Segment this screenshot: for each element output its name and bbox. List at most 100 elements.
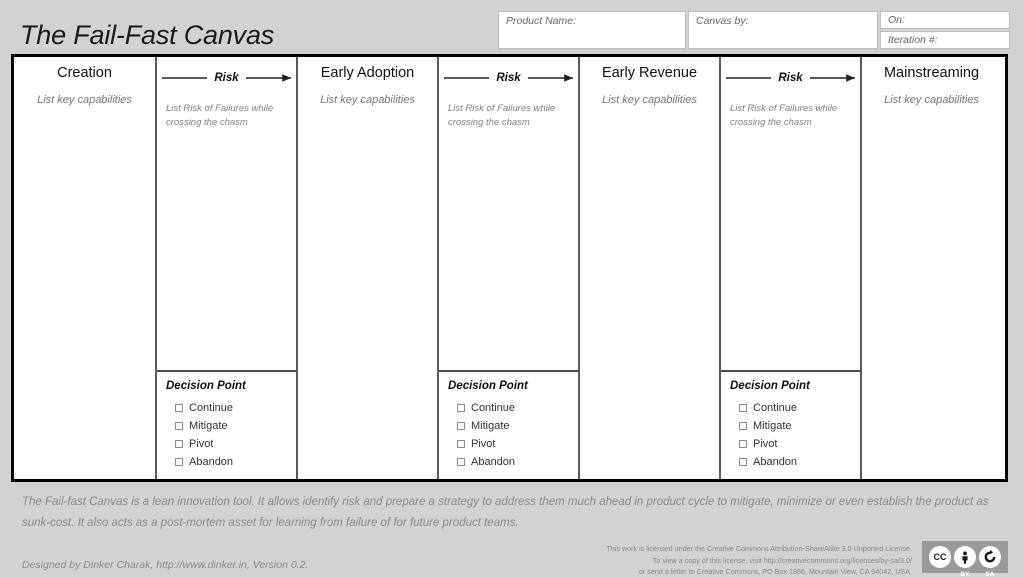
column-risk-3[interactable]: Risk List Risk of Failures while crossin… xyxy=(719,57,860,479)
column-risk-1[interactable]: Risk List Risk of Failures while crossin… xyxy=(155,57,296,479)
license-line-3: or send a letter to Creative Commons, PO… xyxy=(638,567,912,577)
risk-label: Risk xyxy=(771,72,810,84)
date-iteration-group: On: Iteration #: xyxy=(880,11,1010,49)
risk-writing-area[interactable] xyxy=(439,130,578,370)
decision-option-label: Mitigate xyxy=(753,419,792,432)
risk-heading-row: Risk xyxy=(439,65,578,91)
decision-option-label: Continue xyxy=(471,401,516,414)
decision-option-label: Pivot xyxy=(471,437,496,450)
cc-logo-icon: CC xyxy=(929,546,951,568)
checkbox-icon[interactable] xyxy=(739,440,747,448)
decision-option-label: Continue xyxy=(753,401,798,414)
decision-option-label: Pivot xyxy=(189,437,214,450)
cc-sa-label: SA xyxy=(985,572,995,578)
decision-option-label: Abandon xyxy=(189,455,234,468)
iteration-number-field[interactable]: Iteration #: xyxy=(880,31,1010,49)
checkbox-icon[interactable] xyxy=(457,404,465,412)
risk-writing-area[interactable] xyxy=(157,130,296,370)
license-line-2: To view a copy of this license, visit ht… xyxy=(652,555,912,565)
column-stage-early-revenue[interactable]: Early Revenue List key capabilities xyxy=(578,57,719,479)
on-date-field[interactable]: On: xyxy=(880,11,1010,29)
decision-option-abandon[interactable]: Abandon xyxy=(730,453,850,471)
cc-by-label: BY xyxy=(960,572,970,578)
checkbox-icon[interactable] xyxy=(739,404,747,412)
decision-option-continue[interactable]: Continue xyxy=(448,399,568,417)
decision-point-block-2: Decision Point Continue Mitigate Pivot A… xyxy=(439,370,578,479)
decision-point-title: Decision Point xyxy=(166,380,246,392)
risk-writing-area[interactable] xyxy=(721,130,860,370)
cc-by-slot: BY xyxy=(954,546,976,578)
stage-hint: List key capabilities xyxy=(602,93,697,106)
decision-option-label: Mitigate xyxy=(471,419,510,432)
decision-option-abandon[interactable]: Abandon xyxy=(166,453,286,471)
product-name-field[interactable]: Product Name: xyxy=(498,11,686,49)
decision-option-mitigate[interactable]: Mitigate xyxy=(730,417,850,435)
risk-hint: List Risk of Failures while crossing the… xyxy=(166,103,274,128)
column-stage-creation[interactable]: Creation List key capabilities xyxy=(14,57,155,479)
header-bar: The Fail-Fast Canvas Product Name: Canva… xyxy=(0,0,1024,53)
decision-option-pivot[interactable]: Pivot xyxy=(730,435,850,453)
page-title: The Fail-Fast Canvas xyxy=(20,20,275,50)
risk-hint: List Risk of Failures while crossing the… xyxy=(730,103,838,128)
checkbox-icon[interactable] xyxy=(175,422,183,430)
checkbox-icon[interactable] xyxy=(175,458,183,466)
stage-heading: Early Revenue xyxy=(601,65,698,81)
stage-heading: Early Adoption xyxy=(320,65,415,81)
risk-label: Risk xyxy=(489,72,528,84)
share-alike-arrow-icon xyxy=(984,550,996,563)
decision-option-mitigate[interactable]: Mitigate xyxy=(166,417,286,435)
canvas-by-field[interactable]: Canvas by: xyxy=(688,11,878,49)
license-line-1: This work is licensed under the Creative… xyxy=(606,544,912,553)
fail-fast-canvas-grid: Creation List key capabilities Risk List… xyxy=(11,54,1008,482)
stage-writing-area[interactable] xyxy=(580,108,719,479)
checkbox-icon[interactable] xyxy=(739,422,747,430)
stage-heading: Mainstreaming xyxy=(883,65,980,81)
column-risk-2[interactable]: Risk List Risk of Failures while crossin… xyxy=(437,57,578,479)
license-text: This work is licensed under the Creative… xyxy=(606,543,912,578)
risk-heading-row: Risk xyxy=(721,65,860,91)
stage-writing-area[interactable] xyxy=(14,108,155,479)
decision-option-mitigate[interactable]: Mitigate xyxy=(448,417,568,435)
stage-hint: List key capabilities xyxy=(320,93,415,106)
decision-option-pivot[interactable]: Pivot xyxy=(166,435,286,453)
decision-option-continue[interactable]: Continue xyxy=(730,399,850,417)
checkbox-icon[interactable] xyxy=(175,404,183,412)
decision-point-block-3: Decision Point Continue Mitigate Pivot A… xyxy=(721,370,860,479)
meta-fields-group: Product Name: Canvas by: On: Iteration #… xyxy=(498,11,1010,49)
checkbox-icon[interactable] xyxy=(457,440,465,448)
column-stage-mainstreaming[interactable]: Mainstreaming List key capabilities xyxy=(860,57,1001,479)
decision-point-title: Decision Point xyxy=(730,380,810,392)
decision-option-label: Mitigate xyxy=(189,419,228,432)
risk-heading-row: Risk xyxy=(157,65,296,91)
column-stage-early-adoption[interactable]: Early Adoption List key capabilities xyxy=(296,57,437,479)
cc-mark-slot: CC xyxy=(929,546,951,568)
risk-hint: List Risk of Failures while crossing the… xyxy=(448,103,556,128)
decision-option-label: Pivot xyxy=(753,437,778,450)
cc-sa-slot: SA xyxy=(979,546,1001,578)
decision-point-block-1: Decision Point Continue Mitigate Pivot A… xyxy=(157,370,296,479)
decision-option-continue[interactable]: Continue xyxy=(166,399,286,417)
stage-hint: List key capabilities xyxy=(37,93,132,106)
stage-heading: Creation xyxy=(57,65,112,81)
cc-sa-icon: SA xyxy=(979,546,1001,578)
stage-writing-area[interactable] xyxy=(862,108,1001,479)
decision-option-abandon[interactable]: Abandon xyxy=(448,453,568,471)
decision-option-label: Continue xyxy=(189,401,234,414)
checkbox-icon[interactable] xyxy=(739,458,747,466)
decision-option-pivot[interactable]: Pivot xyxy=(448,435,568,453)
cc-by-icon: BY xyxy=(954,546,976,578)
canvas-description: The Fail-fast Canvas is a lean innovatio… xyxy=(22,496,989,530)
decision-option-label: Abandon xyxy=(753,455,798,468)
stage-hint: List key capabilities xyxy=(884,93,979,106)
checkbox-icon[interactable] xyxy=(457,458,465,466)
canvas-columns: Creation List key capabilities Risk List… xyxy=(14,57,1005,479)
creative-commons-badge-icon: CC BY SA xyxy=(922,541,1008,578)
person-icon xyxy=(962,551,968,564)
decision-option-label: Abandon xyxy=(471,455,516,468)
stage-writing-area[interactable] xyxy=(298,108,437,479)
decision-point-title: Decision Point xyxy=(448,380,528,392)
designer-credit: Designed by Dinker Charak, http://www.di… xyxy=(22,559,309,571)
checkbox-icon[interactable] xyxy=(175,440,183,448)
checkbox-icon[interactable] xyxy=(457,422,465,430)
risk-label: Risk xyxy=(207,72,246,84)
